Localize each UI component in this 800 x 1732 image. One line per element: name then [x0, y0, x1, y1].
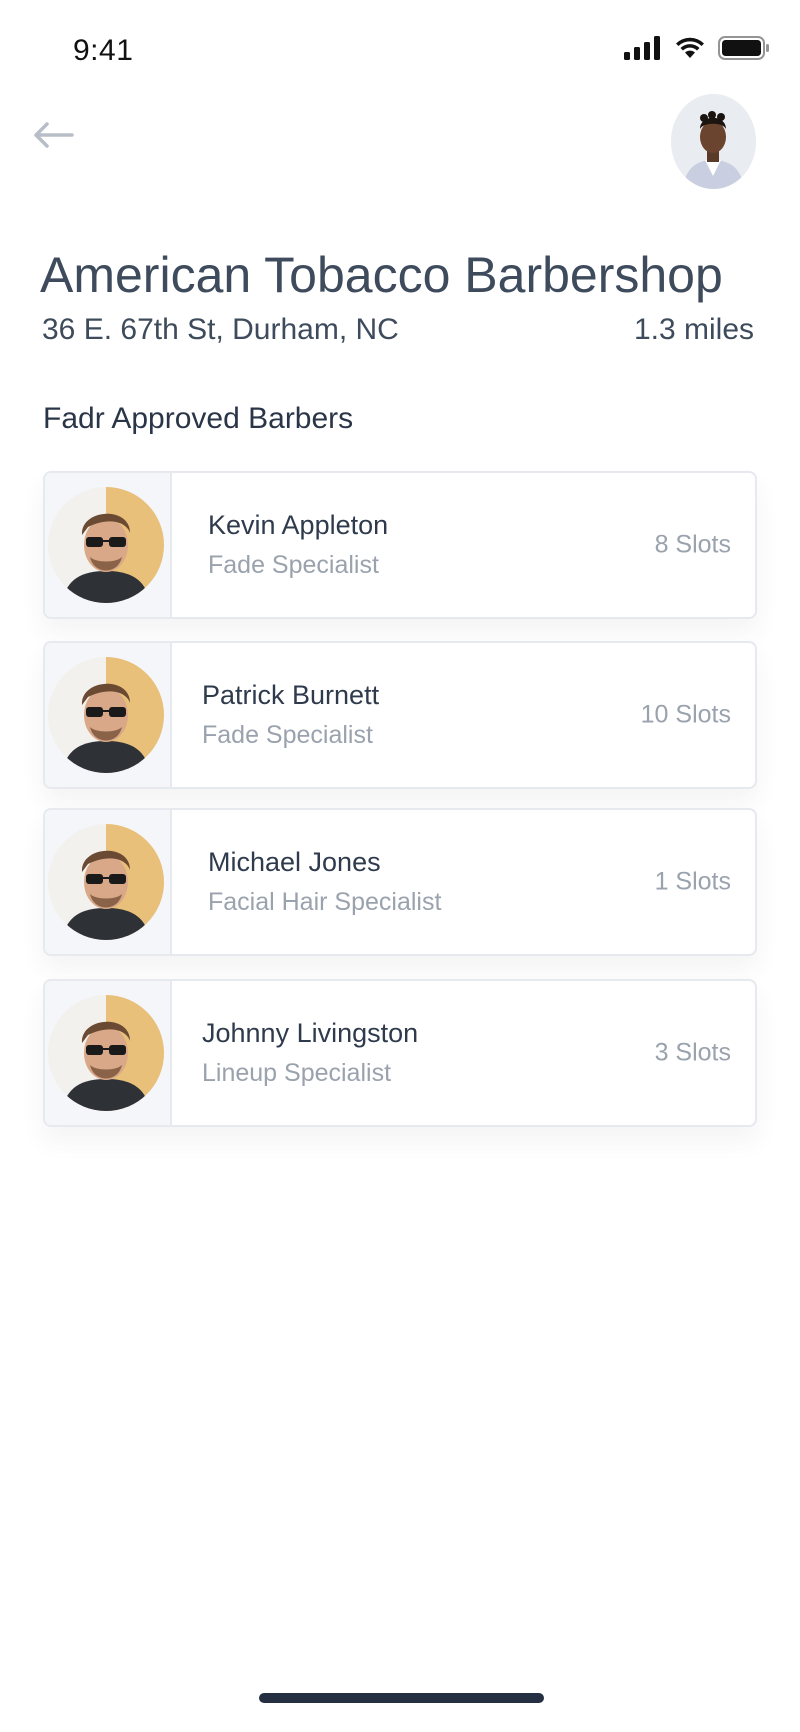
barber-avatar: [47, 824, 164, 940]
barber-slots: 10 Slots: [640, 700, 731, 729]
home-indicator[interactable]: [259, 1693, 544, 1703]
signal-icon: [624, 36, 660, 60]
barber-avatar: [47, 995, 164, 1111]
back-button[interactable]: [30, 115, 76, 155]
barber-slots: 1 Slots: [654, 867, 731, 896]
status-icons: [624, 36, 770, 60]
shop-distance: 1.3 miles: [633, 313, 754, 346]
profile-avatar[interactable]: [671, 94, 756, 189]
barber-card[interactable]: Kevin Appleton Fade Specialist 8 Slots: [43, 471, 757, 619]
barber-card[interactable]: Michael Jones Facial Hair Specialist 1 S…: [43, 808, 757, 956]
barber-slots: 8 Slots: [654, 530, 731, 559]
arrow-left-icon: [34, 122, 74, 148]
barber-photo-cell: [45, 643, 172, 787]
shop-address: 36 E. 67th St, Durham, NC: [42, 313, 399, 346]
section-title: Fadr Approved Barbers: [43, 402, 354, 435]
status-time: 9:41: [73, 34, 134, 67]
battery-icon: [718, 36, 769, 60]
barber-avatar: [47, 487, 164, 603]
avatar: [671, 94, 756, 189]
barber-card[interactable]: Johnny Livingston Lineup Specialist 3 Sl…: [43, 979, 757, 1127]
wifi-icon: [676, 37, 704, 58]
barber-card[interactable]: Patrick Burnett Fade Specialist 10 Slots: [43, 641, 757, 789]
barber-photo-cell: [45, 473, 172, 617]
barber-photo-cell: [45, 981, 172, 1125]
barber-slots: 3 Slots: [654, 1038, 731, 1067]
shop-name: American Tobacco Barbershop: [40, 247, 723, 303]
barber-avatar: [47, 657, 164, 773]
barber-photo-cell: [45, 810, 172, 954]
